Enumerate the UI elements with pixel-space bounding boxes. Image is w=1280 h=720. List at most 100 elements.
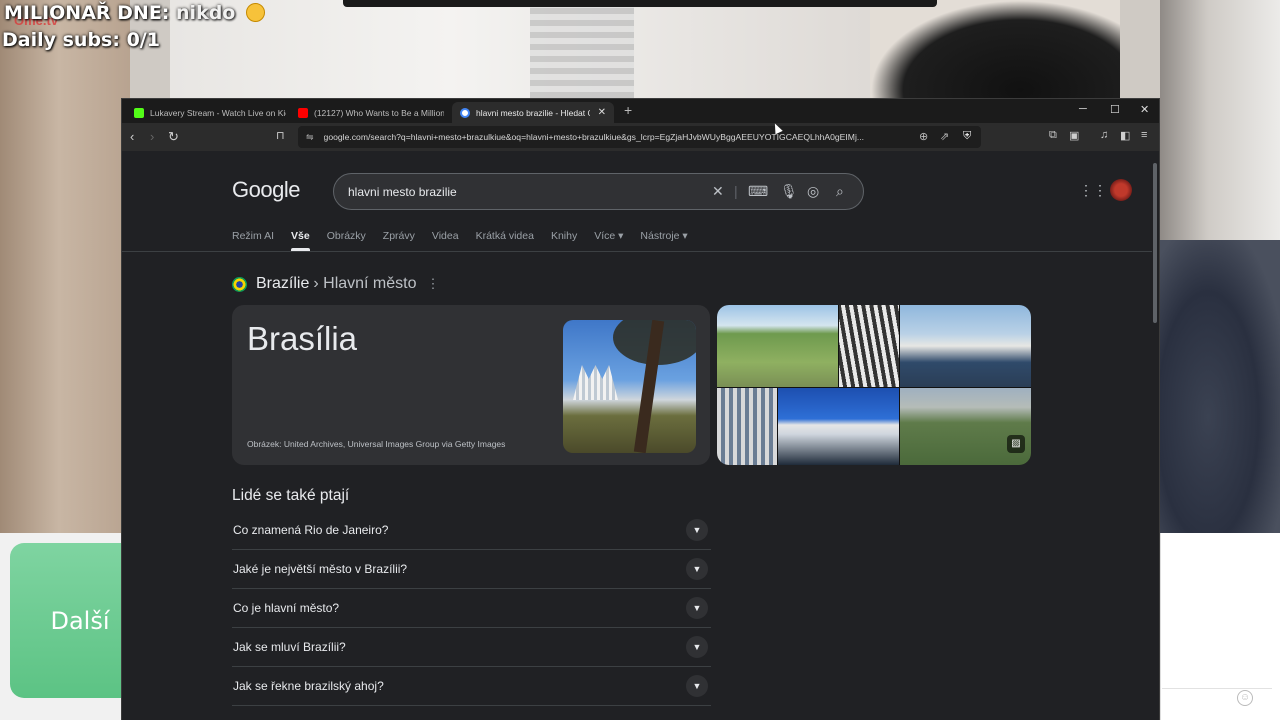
google-results-page: Google ✕ | ⌨ 🎙 ◎ ⌕ ⋮⋮⋮ Režim AIVšeObrázk…	[122, 151, 1152, 720]
search-box[interactable]: ✕ | ⌨ 🎙 ◎ ⌕	[333, 173, 864, 210]
tab-youtube[interactable]: (12127) Who Wants to Be a Millionai	[298, 102, 444, 123]
search-input[interactable]	[348, 182, 678, 202]
gallery-image[interactable]	[717, 305, 838, 387]
chevron-down-icon[interactable]: ▼	[686, 558, 708, 580]
sidebar-icon[interactable]: ◧	[1120, 129, 1130, 142]
close-tab-icon[interactable]: ✕	[598, 107, 606, 118]
answer-card: Brasília Obrázek: United Archives, Unive…	[232, 305, 710, 465]
brave-shield-icon[interactable]: ⛨	[963, 130, 971, 143]
bookmark-icon[interactable]: ⊓	[276, 129, 285, 142]
forward-icon[interactable]: ›	[150, 129, 154, 144]
search-tab[interactable]: Knihy	[551, 230, 577, 251]
chevron-down-icon[interactable]: ▼	[686, 636, 708, 658]
minimize-icon[interactable]: ─	[1079, 103, 1087, 115]
close-window-icon[interactable]: ✕	[1140, 103, 1149, 116]
menu-icon[interactable]: ≡	[1141, 129, 1147, 141]
search-tab[interactable]: Zprávy	[383, 230, 415, 251]
back-icon[interactable]: ‹	[130, 129, 134, 144]
chat-input[interactable]	[1162, 688, 1272, 712]
question-text: Jak se mluví Brazílii?	[233, 640, 346, 654]
tab-google[interactable]: hlavni mesto brazilie - Hledat Go ✕	[452, 102, 614, 123]
divider	[122, 251, 1152, 252]
search-tab[interactable]: Krátká videa	[476, 230, 534, 251]
avatar[interactable]	[1110, 179, 1132, 201]
browser-window: Lukavery Stream - Watch Live on Kick (12…	[121, 98, 1160, 720]
emoji-icon[interactable]: ☺	[1237, 690, 1253, 706]
question-text: Co je hlavní město?	[233, 601, 340, 615]
millionaire-overlay: MILIONAŘ DNE: nikdo	[4, 2, 265, 24]
divider: |	[734, 183, 738, 199]
question-item[interactable]: Jak se mluví Brazílii? ▼	[232, 628, 711, 667]
image-icon[interactable]: ▨	[1007, 435, 1025, 453]
question-text: Jaké je největší město v Brazílii?	[233, 562, 408, 576]
zoom-icon[interactable]: ⊕	[919, 130, 928, 143]
wallet-icon[interactable]: ▣	[1069, 129, 1079, 142]
tab-kick[interactable]: Lukavery Stream - Watch Live on Kick	[134, 102, 286, 123]
more-options-icon[interactable]: ⋮	[427, 276, 440, 292]
image-gallery[interactable]: ▨	[717, 305, 1031, 465]
gallery-image[interactable]	[778, 388, 899, 465]
chevron-down-icon[interactable]: ▼	[686, 519, 708, 541]
chevron-down-icon[interactable]: ▼	[686, 675, 708, 697]
site-info-icon[interactable]: ⇋	[306, 132, 314, 143]
brazil-flag-icon	[232, 276, 247, 292]
clear-icon[interactable]: ✕	[712, 183, 724, 200]
question-item[interactable]: Co je hlavní město? ▼	[232, 589, 711, 628]
url-text[interactable]: google.com/search?q=hlavni+mesto+brazulk…	[324, 132, 914, 142]
answer-title: Brasília	[247, 320, 358, 357]
scrollbar[interactable]	[1152, 151, 1159, 720]
answer-image[interactable]	[563, 320, 696, 453]
youtube-icon	[298, 107, 308, 118]
lens-icon[interactable]: ◎	[807, 183, 819, 200]
media-icon[interactable]: ♫	[1100, 129, 1108, 141]
gallery-image[interactable]	[900, 305, 1031, 387]
daily-subs-overlay: Daily subs: 0/1	[2, 29, 160, 51]
search-tab[interactable]: Videa	[432, 230, 459, 251]
people-also-ask-list: Co znamená Rio de Janeiro? ▼ Jaké je nejvě…	[232, 511, 711, 706]
relieved-face-icon	[246, 3, 265, 22]
new-tab-icon[interactable]: +	[624, 102, 632, 118]
keyboard-icon[interactable]: ⌨	[748, 183, 768, 200]
jacket	[1160, 240, 1280, 535]
gallery-image[interactable]	[839, 305, 899, 387]
search-icon[interactable]: ⌕	[836, 183, 844, 200]
tab-strip: Lukavery Stream - Watch Live on Kick (12…	[122, 99, 1159, 123]
chevron-down-icon[interactable]: ▼	[686, 597, 708, 619]
question-item[interactable]: Jaké je největší město v Brazílii? ▼	[232, 550, 711, 589]
reload-icon[interactable]: ↻	[168, 129, 179, 145]
maximize-icon[interactable]: ☐	[1110, 103, 1120, 116]
kick-icon	[134, 107, 144, 118]
address-bar[interactable]: ⇋ google.com/search?q=hlavni+mesto+brazu…	[298, 126, 981, 148]
question-item[interactable]: Jak se řekne brazilský ahoj? ▼	[232, 667, 711, 706]
millionaire-label: MILIONAŘ DNE:	[4, 2, 170, 24]
question-text: Jak se řekne brazilský ahoj?	[233, 679, 384, 693]
question-text: Co znamená Rio de Janeiro?	[233, 523, 389, 537]
search-tab[interactable]: Vše	[291, 230, 310, 251]
microphone-icon[interactable]: 🎙	[780, 183, 798, 200]
google-logo[interactable]: Google	[232, 177, 300, 203]
gallery-image[interactable]	[717, 388, 777, 465]
tiles	[530, 0, 634, 98]
people-also-ask-title: Lidé se také ptají	[232, 487, 350, 504]
tab-title: Lukavery Stream - Watch Live on Kick	[150, 107, 286, 118]
breadcrumb-main[interactable]: Brazílie	[256, 275, 309, 293]
scrollbar-thumb[interactable]	[1153, 163, 1157, 323]
tab-title: (12127) Who Wants to Be a Millionai	[314, 107, 444, 118]
gaming-chair	[870, 0, 1120, 100]
tab-title: hlavni mesto brazilie - Hledat Go	[476, 107, 590, 118]
search-tab[interactable]: Více ▾	[594, 230, 623, 251]
top-bar	[343, 0, 937, 7]
search-tab[interactable]: Nástroje ▾	[640, 230, 687, 251]
share-icon[interactable]: ⇗	[940, 130, 949, 143]
search-tab[interactable]: Obrázky	[327, 230, 366, 251]
search-tab[interactable]: Režim AI	[232, 230, 274, 251]
extensions-icon[interactable]: ⧉	[1049, 129, 1057, 142]
search-tabs: Režim AI Vše Obrázky Zprávy Videa Krátká vide…	[232, 230, 705, 251]
millionaire-value: nikdo	[176, 2, 236, 24]
question-item[interactable]: Co znamená Rio de Janeiro? ▼	[232, 511, 711, 550]
breadcrumb-sub: › Hlavní město	[313, 275, 417, 292]
wall	[170, 0, 870, 100]
breadcrumb: Brazílie › Hlavní město ⋮	[232, 275, 440, 293]
google-icon	[460, 107, 470, 118]
gallery-image[interactable]	[900, 388, 1031, 465]
